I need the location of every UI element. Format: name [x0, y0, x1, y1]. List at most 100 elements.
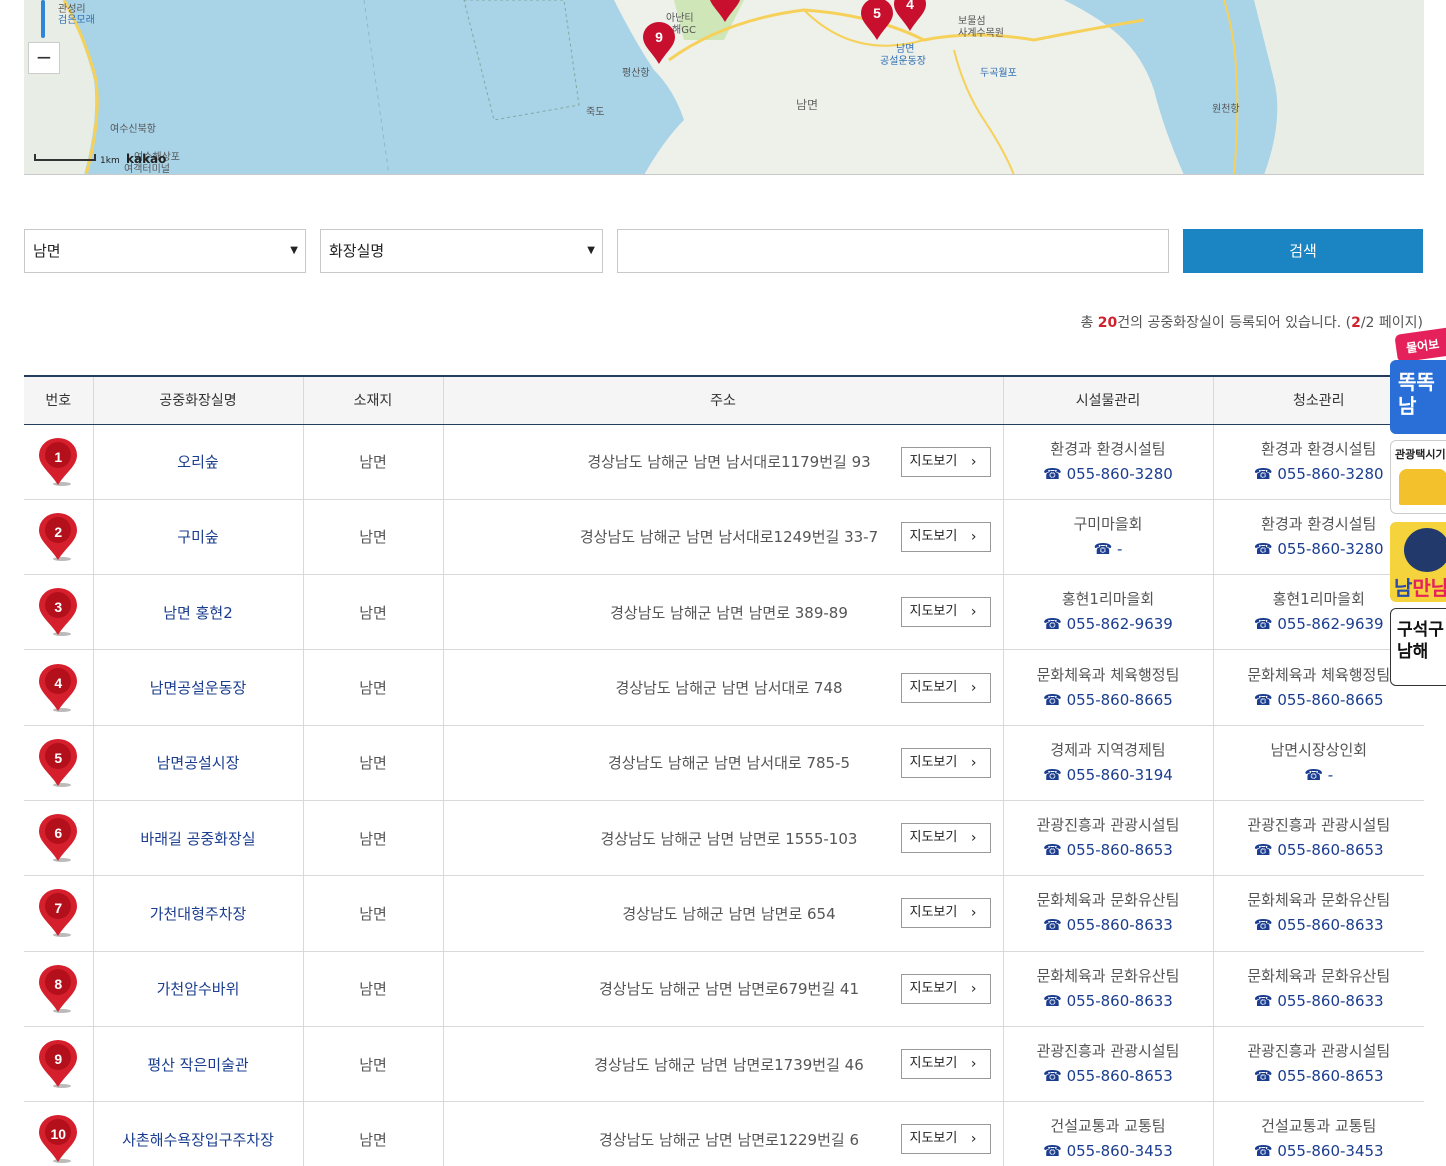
zoom-slider[interactable]	[41, 0, 45, 38]
phone-link[interactable]: ☎ 055-860-3280	[1004, 462, 1213, 487]
phone-link[interactable]: ☎ 055-860-8653	[1214, 1064, 1425, 1089]
phone-link[interactable]: ☎ 055-860-8633	[1004, 913, 1213, 938]
toilet-name[interactable]: 남면공설운동장	[92, 649, 303, 726]
map-view[interactable]: − 관성리 검은모래 여수신북항 여수해상포 여객터미널 아난티 해GC 평산항…	[24, 0, 1424, 175]
phone-icon: ☎	[1043, 1142, 1067, 1161]
map-marker[interactable]: 5	[860, 0, 894, 42]
map-marker[interactable]: 4	[893, 0, 927, 33]
table-row: 6 바래길 공중화장실 남면 경상남도 남해군 남면 남면로 1555-103 지도보기…	[24, 800, 1425, 877]
facility-manager: 건설교통과 교통팀 ☎ 055-860-3453	[1002, 1101, 1213, 1166]
ask-tag[interactable]: 물어보	[1394, 327, 1446, 363]
toilet-name[interactable]: 바래길 공중화장실	[92, 800, 303, 877]
toilet-address: 경상남도 남해군 남면 남면로679번길 41	[599, 980, 859, 999]
row-number: 10	[24, 1101, 93, 1166]
toilet-name[interactable]: 남면 홍현2	[92, 574, 303, 651]
map-pin-icon	[710, 0, 740, 22]
toilet-address: 경상남도 남해군 남면 남면로 654	[622, 904, 836, 923]
search-button[interactable]: 검색	[1183, 229, 1423, 273]
phone-icon: ☎	[1253, 916, 1278, 935]
number-pin: 6	[37, 813, 79, 863]
number-pin: 9	[37, 1039, 79, 1089]
phone-link[interactable]: ☎ 055-862-9639	[1004, 612, 1213, 637]
view-map-button[interactable]: 지도보기 ›	[900, 1049, 991, 1080]
phone-link[interactable]: ☎ 055-860-8653	[1004, 838, 1213, 863]
toilet-table: 번호 공중화장실명 소재지 주소 시설물관리 청소관리 1 오리숲 남면 경상남도 남…	[24, 375, 1424, 1166]
view-map-button[interactable]: 지도보기 ›	[900, 597, 991, 628]
view-map-button[interactable]: 지도보기 ›	[900, 973, 991, 1004]
phone-link[interactable]: ☎ 055-860-8665	[1214, 688, 1425, 713]
view-map-button[interactable]: 지도보기 ›	[900, 672, 991, 703]
phone-link[interactable]: ☎ 055-860-8633	[1214, 989, 1425, 1014]
phone-link[interactable]: ☎ 055-860-3453	[1004, 1139, 1213, 1164]
number-pin: 7	[37, 888, 79, 938]
facility-manager: 문화체육과 문화유산팀 ☎ 055-860-8633	[1002, 951, 1213, 1027]
phone-link[interactable]: ☎ 055-860-8665	[1004, 688, 1213, 713]
keyword-input[interactable]	[617, 229, 1169, 273]
phone-link[interactable]: ☎ 055-860-8653	[1004, 1064, 1213, 1089]
facility-manager: 문화체육과 문화유산팀 ☎ 055-860-8633	[1002, 875, 1213, 952]
chevron-right-icon: ›	[970, 1131, 977, 1148]
row-number: 3	[24, 574, 93, 651]
cleaning-manager: 문화체육과 문화유산팀 ☎ 055-860-8633	[1212, 875, 1425, 952]
map-provider-logo: kakao	[126, 152, 167, 166]
phone-icon: ☎	[1253, 615, 1278, 634]
toilet-address-cell: 경상남도 남해군 남면 남서대로 785-5 지도보기 ›	[442, 725, 1003, 801]
toilet-location: 남면	[302, 951, 443, 1027]
view-map-button[interactable]: 지도보기 ›	[900, 898, 991, 929]
map-label: 두곡월포	[980, 68, 1017, 79]
map-label: 평산항	[622, 68, 650, 79]
phone-link[interactable]: ☎ -	[1004, 537, 1213, 562]
map-label: 검은모래	[58, 15, 95, 26]
toilet-name[interactable]: 평산 작은미술관	[92, 1026, 303, 1103]
result-summary: 총 20건의 공중화장실이 등록되어 있습니다. (2/2 페이지)	[1080, 315, 1423, 331]
toilet-name[interactable]: 가천암수바위	[92, 951, 303, 1027]
phone-link[interactable]: ☎ 055-860-8653	[1214, 838, 1425, 863]
phone-link[interactable]: ☎ 055-860-3453	[1214, 1139, 1425, 1164]
field-select[interactable]: 화장실명 ▼	[320, 229, 603, 273]
tour-taxi-banner[interactable]: 관광택시기	[1390, 440, 1446, 514]
table-row: 1 오리숲 남면 경상남도 남해군 남면 남서대로1179번길 93 지도보기 › 환경과 …	[24, 424, 1424, 500]
phone-icon: ☎	[1043, 464, 1067, 483]
phone-icon: ☎	[1253, 1142, 1278, 1161]
view-map-button[interactable]: 지도보기 ›	[900, 446, 991, 477]
phone-link[interactable]: ☎ 055-860-3194	[1004, 763, 1213, 788]
map-label: 남면	[796, 98, 819, 112]
toilet-name[interactable]: 남면공설시장	[92, 725, 303, 801]
map-marker[interactable]: 9	[642, 22, 676, 66]
toilet-address-cell: 경상남도 남해군 남면 남서대로1179번길 93 지도보기 ›	[442, 424, 1003, 500]
toilet-name[interactable]: 구미숲	[92, 499, 303, 576]
phone-link[interactable]: ☎ 055-860-8633	[1004, 989, 1213, 1014]
toilet-location: 남면	[302, 800, 443, 877]
toilet-name[interactable]: 가천대형주차장	[92, 875, 303, 952]
phone-link[interactable]: ☎ -	[1214, 763, 1425, 788]
phone-link[interactable]: ☎ 055-860-8633	[1214, 913, 1425, 938]
map-scale-label: 1km	[100, 156, 120, 166]
toilet-address: 경상남도 남해군 남면 남서대로 785-5	[607, 754, 851, 773]
table-row: 5 남면공설시장 남면 경상남도 남해군 남면 남서대로 785-5 지도보기 › 경제과 …	[24, 725, 1425, 801]
view-map-button[interactable]: 지도보기 ›	[900, 1124, 991, 1155]
toilet-location: 남면	[302, 424, 443, 500]
header-location: 소재지	[302, 375, 443, 425]
view-map-button[interactable]: 지도보기 ›	[900, 521, 991, 552]
view-map-button[interactable]: 지도보기 ›	[900, 823, 991, 854]
night-sky-icon	[1404, 528, 1446, 572]
phone-icon: ☎	[1253, 991, 1278, 1010]
region-select[interactable]: 남면 ▼	[24, 229, 306, 273]
toilet-address: 경상남도 남해군 남면 남면로1229번길 6	[599, 1130, 859, 1149]
chatbot-banner[interactable]: 똑똑 남	[1390, 360, 1446, 434]
toilet-location: 남면	[302, 499, 443, 576]
facility-manager: 관광진흥과 관광시설팀 ☎ 055-860-8653	[1002, 1026, 1213, 1103]
zoom-out-button[interactable]: −	[28, 42, 60, 74]
row-number: 4	[24, 649, 93, 726]
toilet-name[interactable]: 오리숲	[92, 424, 303, 500]
phone-icon: ☎	[1043, 690, 1067, 709]
namhae-promo-banner[interactable]: 구석구 남해	[1390, 608, 1446, 686]
toilet-name[interactable]: 사촌해수욕장입구주차장	[92, 1101, 303, 1166]
night-tour-banner[interactable]: 남만남	[1390, 522, 1446, 602]
view-map-button[interactable]: 지도보기 ›	[900, 747, 991, 778]
toilet-location: 남면	[302, 875, 443, 952]
phone-icon: ☎	[1253, 464, 1278, 483]
row-number: 7	[24, 875, 93, 952]
map-marker[interactable]: 1	[708, 0, 742, 24]
number-pin: 10	[37, 1114, 79, 1164]
